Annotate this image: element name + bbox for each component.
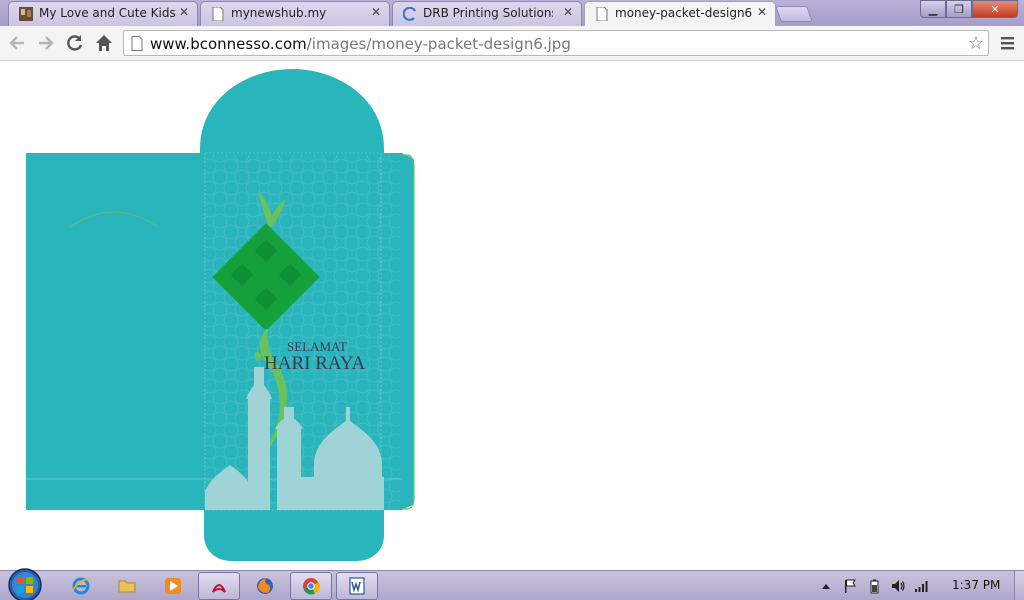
windows-taskbar: 1:37 PM	[0, 567, 1024, 600]
page-icon	[596, 7, 608, 21]
tab-close-icon[interactable]: ✕	[371, 5, 381, 19]
address-bar[interactable]: www.bconnesso.com/images/money-packet-de…	[123, 30, 989, 56]
show-hidden-icons-icon[interactable]	[818, 578, 834, 594]
new-tab-button[interactable]	[775, 6, 813, 22]
word-icon	[349, 577, 365, 595]
tab-close-icon[interactable]: ✕	[179, 5, 189, 19]
tab-close-icon[interactable]: ✕	[563, 5, 573, 19]
acrobat-icon	[212, 584, 226, 593]
minimize-button[interactable]: ▁	[920, 0, 946, 18]
taskbar-ie[interactable]	[60, 572, 102, 600]
page-icon	[131, 36, 143, 51]
reload-button[interactable]	[63, 31, 87, 55]
back-button[interactable]	[5, 31, 29, 55]
start-orb-icon[interactable]	[6, 567, 44, 600]
tab-drb-printing[interactable]: DRB Printing Solutions | A ✕	[392, 1, 582, 26]
loading-icon	[403, 7, 416, 21]
top-flap	[200, 69, 384, 155]
menu-icon[interactable]	[998, 34, 1018, 52]
show-desktop-button[interactable]	[1014, 571, 1024, 600]
taskbar-chrome[interactable]	[290, 572, 332, 600]
action-center-flag-icon[interactable]	[842, 578, 858, 594]
image-viewport: SELAMAT HARI RAYA	[0, 61, 1024, 570]
tab-strip: My Love and Cute Kids ✕ mynewshub.my ✕ D…	[0, 0, 1024, 26]
forward-button[interactable]	[34, 31, 58, 55]
taskbar-firefox[interactable]	[244, 572, 286, 600]
taskbar-media-player[interactable]	[152, 572, 194, 600]
page-icon	[212, 7, 224, 21]
money-packet-image: SELAMAT HARI RAYA	[26, 69, 415, 561]
bottom-flap	[204, 510, 384, 561]
tab-mynewshub[interactable]: mynewshub.my ✕	[200, 1, 390, 26]
media-player-icon	[165, 578, 181, 594]
explorer-icon	[118, 580, 136, 593]
greeting-selamat: SELAMAT	[287, 339, 347, 354]
forward-arrow-icon	[39, 36, 54, 50]
tab-money-packet-design[interactable]: money-packet-design6.jp ✕	[584, 1, 776, 26]
photo-icon	[19, 7, 33, 21]
tab-my-love-and-cute-kids[interactable]: My Love and Cute Kids ✕	[8, 1, 198, 26]
home-icon	[96, 35, 112, 51]
taskbar-explorer[interactable]	[106, 572, 148, 600]
left-panel	[26, 153, 206, 510]
tab-title: mynewshub.my	[231, 6, 327, 20]
firefox-icon	[257, 578, 273, 594]
browser-toolbar: www.bconnesso.com/images/money-packet-de…	[0, 26, 1024, 61]
tab-title: DRB Printing Solutions | A	[423, 6, 553, 20]
chrome-icon	[303, 578, 321, 595]
taskbar-word[interactable]	[336, 572, 378, 600]
screen: My Love and Cute Kids ✕ mynewshub.my ✕ D…	[0, 0, 1024, 600]
window-controls: ▁ ❐ ✕	[920, 0, 1018, 18]
tab-title: My Love and Cute Kids	[39, 6, 176, 20]
taskbar-acrobat[interactable]	[198, 572, 240, 600]
home-button[interactable]	[92, 31, 116, 55]
network-signal-icon[interactable]	[914, 578, 930, 594]
volume-icon[interactable]	[890, 578, 906, 594]
ie-icon	[72, 577, 90, 595]
back-arrow-icon	[9, 36, 24, 50]
url-host: www.bconnesso.com	[150, 35, 307, 53]
clock[interactable]: 1:37 PM	[952, 578, 1000, 592]
tab-title: money-packet-design6.jp	[615, 6, 753, 20]
tab-close-icon[interactable]: ✕	[757, 5, 767, 19]
right-side-flap	[402, 153, 414, 510]
maximize-button[interactable]: ❐	[946, 0, 972, 18]
close-window-button[interactable]: ✕	[972, 0, 1018, 18]
bookmark-star-icon[interactable]: ☆	[968, 33, 984, 54]
url-path: /images/money-packet-design6.jpg	[306, 35, 571, 53]
reload-icon	[67, 35, 83, 51]
url-text: www.bconnesso.com/images/money-packet-de…	[150, 35, 571, 53]
battery-icon[interactable]	[866, 578, 882, 594]
greeting-hari-raya: HARI RAYA	[264, 353, 365, 374]
